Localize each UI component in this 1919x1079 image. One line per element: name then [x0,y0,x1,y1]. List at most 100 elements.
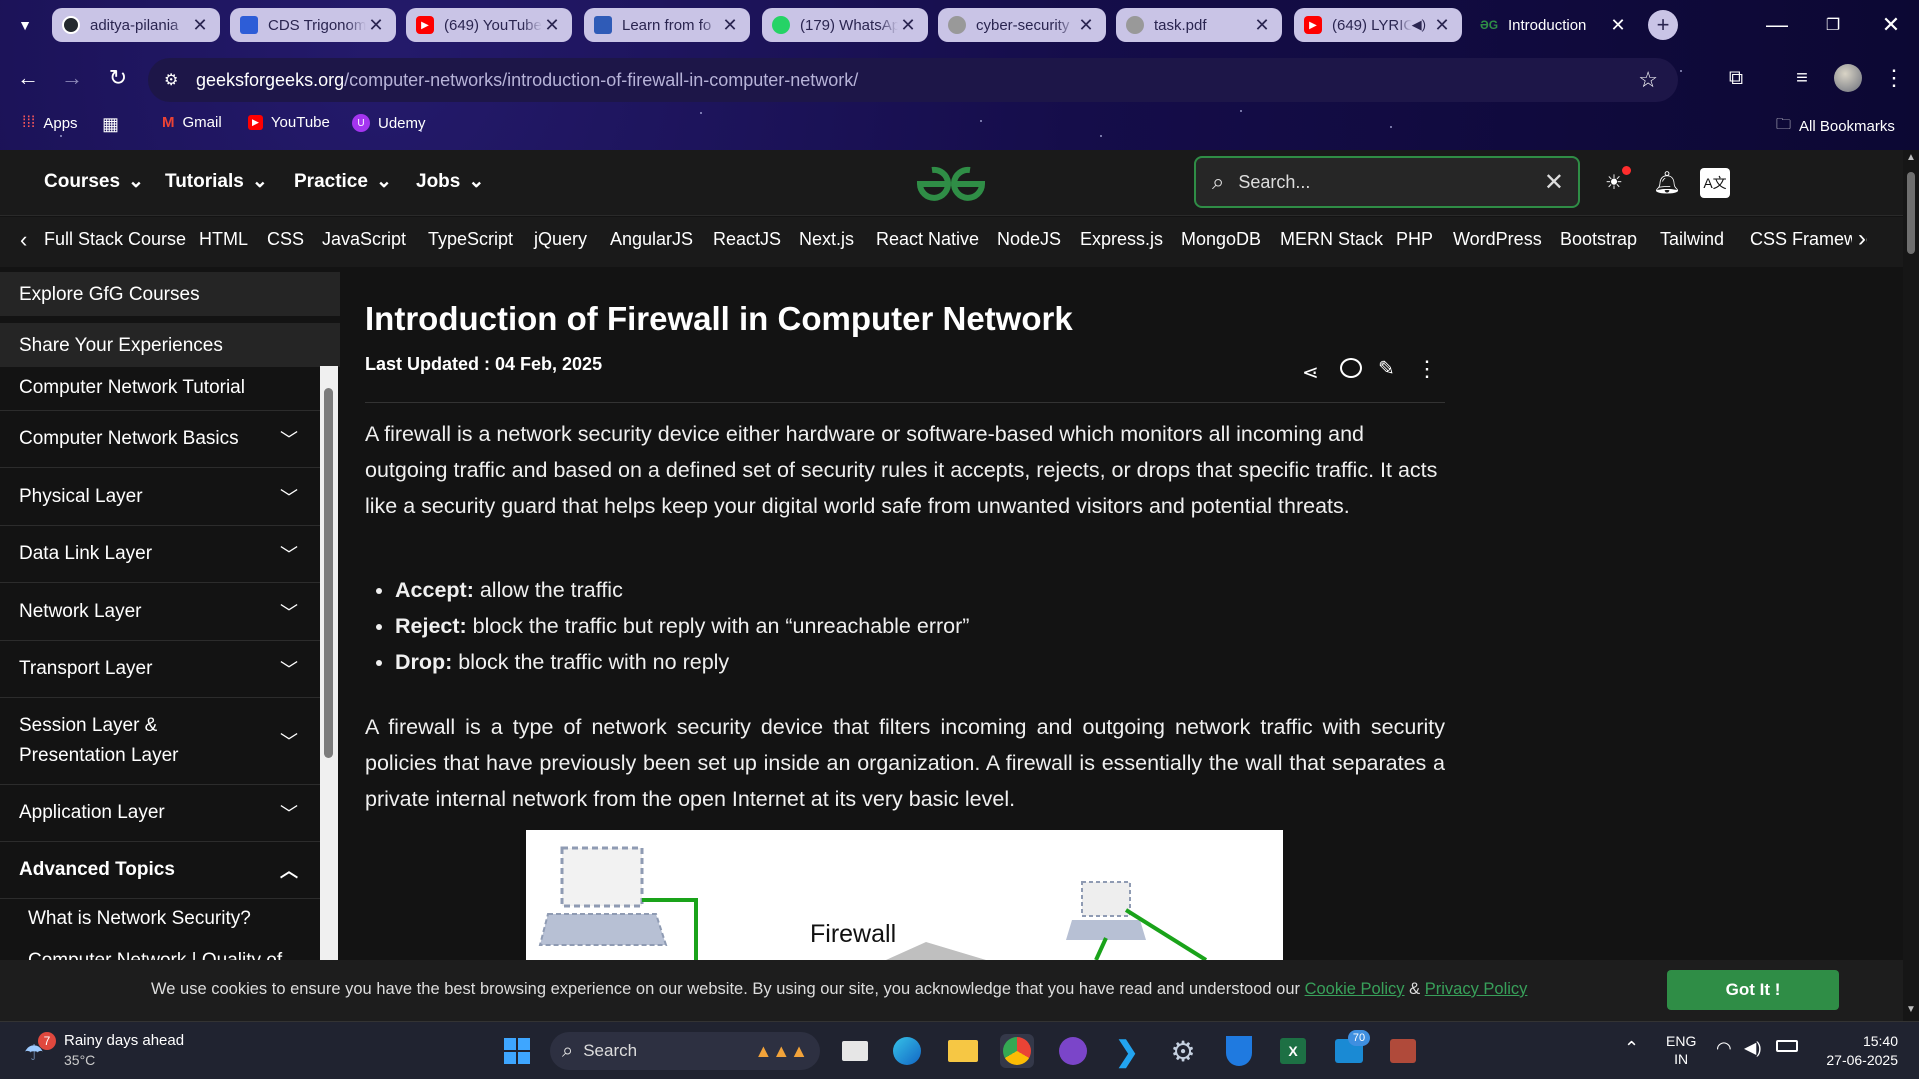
language-indicator[interactable]: ENG IN [1666,1032,1696,1068]
explore-courses-button[interactable]: Explore GfG Courses [0,272,340,316]
page-scrollbar[interactable]: ▲ ▼ [1903,150,1919,1021]
excel-icon[interactable]: X [1276,1034,1310,1068]
topic-link[interactable]: Full Stack Course [44,229,186,250]
tab-github[interactable]: aditya-pilania ✕ [52,8,220,42]
topic-link[interactable]: ReactJS [713,229,781,250]
edit-icon[interactable]: ✎ [1378,356,1395,381]
topic-link[interactable]: JavaScript [322,229,406,250]
topic-link[interactable]: Tailwind [1660,229,1724,250]
topic-link[interactable]: Bootstrap [1560,229,1637,250]
tab-groups-icon[interactable]: ▦ [102,114,119,135]
github-desktop-icon[interactable] [1056,1034,1090,1068]
nav-courses[interactable]: Courses ⌄ [44,170,144,193]
nav-practice[interactable]: Practice ⌄ [294,170,392,193]
share-icon[interactable]: ⋖ [1302,360,1319,385]
topic-link[interactable]: WordPress [1453,229,1542,250]
close-window-icon[interactable]: ✕ [1876,10,1906,40]
wifi-icon[interactable]: ◠ [1716,1038,1732,1059]
speaker-icon[interactable]: ◀) [1412,17,1426,33]
sidebar-item[interactable]: Advanced Topics ︿ [0,842,320,899]
address-bar[interactable]: ⚙ geeksforgeeks.org/computer-networks/in… [148,58,1678,102]
edge-icon[interactable] [890,1034,924,1068]
sidebar-item[interactable]: Application Layer ﹀ [0,785,320,842]
tab-lyrics[interactable]: ▶ (649) LYRICS ◀) ✕ [1294,8,1462,42]
close-icon[interactable]: ✕ [720,15,740,36]
menu-icon[interactable]: ⋮ [1880,62,1908,94]
topic-link[interactable]: MongoDB [1181,229,1261,250]
search-input[interactable]: ⌕ Search... ✕ [1194,156,1580,208]
topic-link[interactable]: CSS [267,229,304,250]
extensions-icon[interactable]: ⧉ [1720,62,1752,94]
sidebar-item[interactable]: Network Layer ﹀ [0,583,320,641]
tab-pdf[interactable]: task.pdf ✕ [1116,8,1282,42]
forward-icon[interactable]: → [56,62,88,94]
sidebar-item[interactable]: Physical Layer ﹀ [0,469,320,526]
tab-search-icon[interactable]: ▼ [12,12,38,38]
clear-search-icon[interactable]: ✕ [1544,168,1564,197]
sidebar-item[interactable]: Computer Network Basics ﹀ [0,411,320,468]
close-icon[interactable]: ✕ [190,15,210,36]
vscode-icon[interactable]: ❯ [1110,1034,1144,1068]
settings-icon[interactable]: ⚙ [1166,1034,1200,1068]
sidebar-scrollbar[interactable] [320,366,338,960]
tray-overflow-icon[interactable]: ⌃ [1624,1038,1639,1059]
sidebar-subitem[interactable]: What is Network Security? [28,908,251,930]
sidebar-item[interactable]: Transport Layer ﹀ [0,641,320,698]
topic-link[interactable]: CSS Framewo [1750,229,1867,250]
nav-tutorials[interactable]: Tutorials ⌄ [165,170,268,193]
scroll-up-icon[interactable]: ▲ [1906,152,1916,163]
share-experiences-button[interactable]: Share Your Experiences [0,323,340,367]
sidebar-item[interactable]: Session Layer & Presentation Layer ﹀ [0,698,320,785]
tab-cds[interactable]: CDS Trigonometry ✕ [230,8,396,42]
task-view-icon[interactable] [838,1034,872,1068]
clock[interactable]: 15:40 27-06-2025 [1818,1032,1898,1070]
volume-icon[interactable]: ◀) [1744,1038,1762,1058]
privacy-policy-link[interactable]: Privacy Policy [1425,980,1528,998]
topic-link[interactable]: jQuery [534,229,587,250]
more-icon[interactable]: ⋮ [1416,356,1438,382]
profile-avatar[interactable] [1834,64,1862,92]
topic-link[interactable]: TypeScript [428,229,513,250]
cookie-policy-link[interactable]: Cookie Policy [1305,980,1405,998]
back-icon[interactable]: ← [12,62,44,94]
media-controls-icon[interactable]: ≡ [1786,62,1818,94]
close-icon[interactable]: ✕ [898,15,918,36]
topic-link[interactable]: NodeJS [997,229,1061,250]
tab-learn[interactable]: Learn from fo ✕ [584,8,750,42]
close-icon[interactable]: ✕ [1252,15,1272,36]
bell-icon[interactable]: 🔔︎ [1650,166,1684,200]
sidebar-item[interactable]: Computer Network Tutorial [0,366,320,411]
close-icon[interactable]: ✕ [542,15,562,36]
topic-link[interactable]: MERN Stack [1280,229,1383,250]
reload-icon[interactable]: ↻ [102,62,134,94]
new-tab-button[interactable]: + [1648,10,1678,40]
toolbox-icon[interactable] [1386,1034,1420,1068]
defender-icon[interactable] [1222,1034,1256,1068]
nav-jobs[interactable]: Jobs ⌄ [416,170,484,193]
start-button[interactable] [500,1034,534,1068]
sidebar-item[interactable]: Data Link Layer ﹀ [0,526,320,583]
topic-link[interactable]: Express.js [1080,229,1163,250]
bookmark-apps[interactable]: ⁞⁞⁞ Apps [22,114,78,132]
close-icon[interactable]: ✕ [1608,15,1628,36]
weather-widget[interactable]: ☂ 7 Rainy days ahead 35°C [24,1030,204,1072]
all-bookmarks[interactable]: 🗀 All Bookmarks [1776,114,1895,139]
scroll-left-icon[interactable]: ‹ [20,227,27,253]
topic-link[interactable]: PHP [1396,229,1433,250]
topic-link[interactable]: AngularJS [610,229,693,250]
bookmark-star-icon[interactable]: ☆ [1638,67,1658,93]
bookmark-youtube[interactable]: ▶ YouTube [248,114,330,131]
close-icon[interactable]: ✕ [366,15,386,36]
tab-whatsapp[interactable]: (179) WhatsApp ✕ [762,8,928,42]
translate-icon[interactable]: A文 [1700,168,1730,198]
gfg-logo[interactable] [912,162,990,206]
comment-icon[interactable] [1340,358,1362,378]
scroll-down-icon[interactable]: ▼ [1906,1004,1916,1015]
bookmark-gmail[interactable]: M Gmail [162,114,222,131]
scroll-right-icon[interactable]: › [1852,225,1866,253]
topic-link[interactable]: Next.js [799,229,854,250]
close-icon[interactable]: ✕ [1432,15,1452,36]
site-info-icon[interactable]: ⚙ [164,70,178,90]
chrome-icon[interactable] [1000,1034,1034,1068]
topic-link[interactable]: HTML [199,229,248,250]
